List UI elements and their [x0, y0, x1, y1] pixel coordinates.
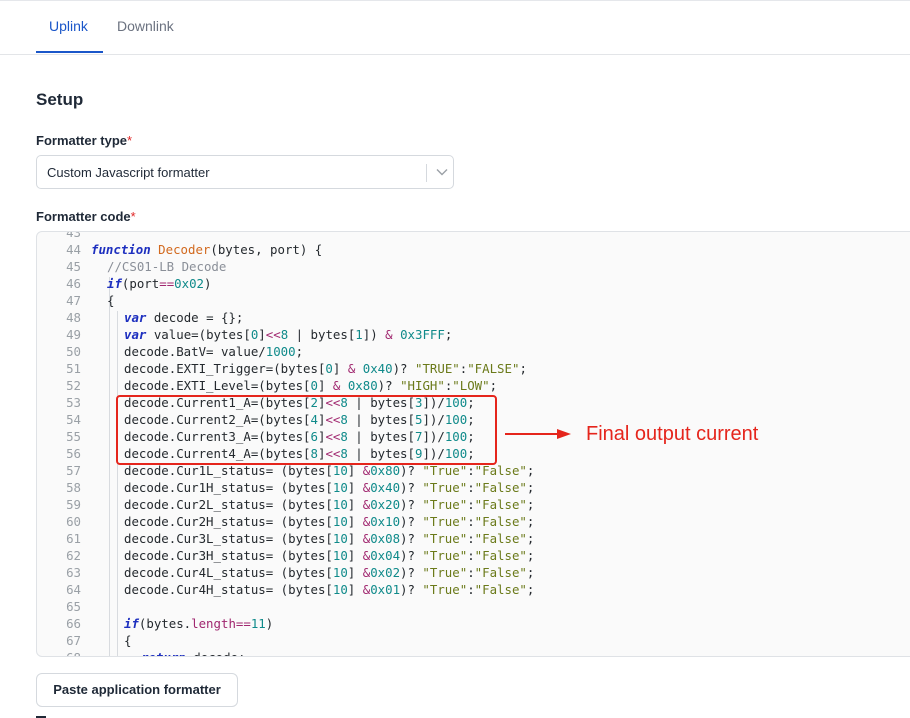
line-number: 62: [66, 548, 81, 563]
formatter-code-label-text: Formatter code: [36, 209, 131, 224]
code-text: var decode = {};: [124, 310, 244, 325]
line-number: 53: [66, 395, 81, 410]
code-text: decode.Cur2L_status= (bytes[10] &0x20)? …: [124, 497, 535, 512]
active-tab-indicator: [36, 51, 103, 53]
code-text: decode.BatV= value/1000;: [124, 344, 304, 359]
code-text: decode.Cur2H_status= (bytes[10] &0x10)? …: [124, 514, 535, 529]
formatter-code-label: Formatter code*: [36, 209, 136, 224]
code-text: decode.EXTI_Level=(bytes[0] & 0x80)? "HI…: [124, 378, 498, 393]
formatter-type-label-text: Formatter type: [36, 133, 128, 148]
line-number: 64: [66, 582, 81, 597]
line-number: 50: [66, 344, 81, 359]
line-number: 61: [66, 531, 81, 546]
line-number: 55: [66, 429, 81, 444]
tab-bar: Uplink Downlink: [0, 0, 910, 55]
required-mark: *: [130, 209, 136, 224]
line-number: 66: [66, 616, 81, 631]
code-text: {: [124, 633, 132, 648]
indent-guide: [109, 277, 110, 656]
line-number: 60: [66, 514, 81, 529]
line-number: 58: [66, 480, 81, 495]
code-text: //CS01-LB Decode: [107, 259, 227, 274]
tab-downlink[interactable]: Downlink: [117, 18, 174, 34]
line-number: 46: [66, 276, 81, 291]
code-text: if(port==0x02): [107, 276, 212, 291]
select-separator: [426, 164, 427, 182]
formatter-type-label: Formatter type*: [36, 133, 132, 148]
line-number: 43: [66, 231, 81, 240]
tab-uplink[interactable]: Uplink: [49, 18, 88, 34]
chevron-down-icon[interactable]: [435, 165, 449, 179]
arrow-right-icon: [505, 429, 571, 439]
line-number: 67: [66, 633, 81, 648]
line-number: 44: [66, 242, 81, 257]
line-number: 59: [66, 497, 81, 512]
code-text: decode.EXTI_Trigger=(bytes[0] & 0x40)? "…: [124, 361, 527, 376]
line-number: 65: [66, 599, 81, 614]
line-number: 51: [66, 361, 81, 376]
line-number: 49: [66, 327, 81, 342]
code-text: function Decoder(bytes, port) {: [91, 242, 323, 257]
line-number: 54: [66, 412, 81, 427]
required-mark: *: [127, 133, 133, 148]
formatter-type-select[interactable]: Custom Javascript formatter: [36, 155, 454, 189]
code-text: var value=(bytes[0]<<8 | bytes[1]) & 0x3…: [124, 327, 453, 342]
line-number: 47: [66, 293, 81, 308]
code-text: decode.Cur1H_status= (bytes[10] &0x40)? …: [124, 480, 535, 495]
annotation-text: Final output current: [586, 423, 759, 445]
code-text: return decode;: [141, 649, 245, 656]
line-number: 45: [66, 259, 81, 274]
code-text: if(bytes.length==11): [124, 616, 274, 631]
code-text: decode.Cur4H_status= (bytes[10] &0x01)? …: [124, 582, 535, 597]
section-title: Setup: [36, 90, 84, 109]
line-number: 57: [66, 463, 81, 478]
formatter-type-value: Custom Javascript formatter: [47, 165, 210, 180]
code-text: {: [107, 293, 115, 308]
paste-application-formatter-button[interactable]: Paste application formatter: [36, 673, 238, 707]
code-text: decode.Cur4L_status= (bytes[10] &0x02)? …: [124, 565, 535, 580]
code-text: decode.Cur3H_status= (bytes[10] &0x04)? …: [124, 548, 535, 563]
line-number: 52: [66, 378, 81, 393]
line-number: 63: [66, 565, 81, 580]
line-number: 68: [37, 649, 81, 656]
line-number: 48: [66, 310, 81, 325]
highlight-box: [116, 395, 497, 465]
indent-guide: [117, 311, 118, 656]
line-number: 56: [66, 446, 81, 461]
code-text: decode.Cur3L_status= (bytes[10] &0x08)? …: [124, 531, 535, 546]
